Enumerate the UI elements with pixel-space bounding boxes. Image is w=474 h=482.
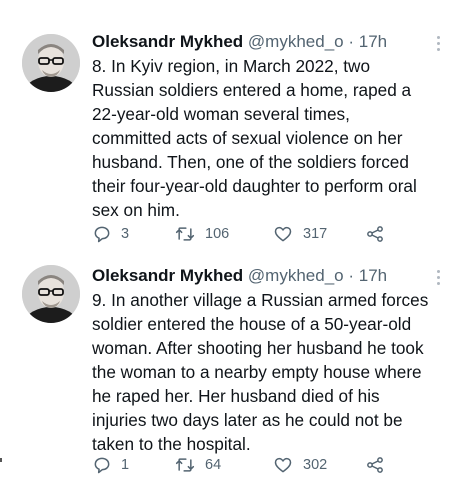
tweet-header: Oleksandr Mykhed @mykhed_o · 17h [92,31,434,53]
tweet-text-line: taken to the hospital. [92,434,251,454]
tweet-text-line: 22-year-old woman several times, [92,104,350,124]
tweet-text-line: 9. In another village a Russian armed fo… [92,290,429,310]
like-button[interactable]: 302 [272,454,327,476]
reply-count: 1 [121,457,130,473]
action-bar: 1 64 302 [92,454,412,476]
timestamp[interactable]: 17h [359,266,387,285]
tweet-text-line: committed acts of sexual violence on her [92,128,403,148]
tweet-text-line: Russian soldiers entered a home, raped a [92,80,412,100]
tweet-text-line: their four-year-old daughter to perform … [92,176,417,196]
share-icon [367,457,383,473]
action-bar: 3 106 317 [92,223,412,245]
avatar[interactable] [22,265,80,323]
tweet-text: 8. In Kyiv region, in March 2022, two Ru… [92,54,464,222]
retweet-button[interactable]: 106 [174,223,229,245]
tweet[interactable]: Oleksandr Mykhed @mykhed_o · 17h 8. In K… [0,0,474,262]
retweet-count: 106 [205,226,230,242]
author-name[interactable]: Oleksandr Mykhed [92,266,243,285]
retweet-icon [175,458,195,472]
retweet-button[interactable]: 64 [174,454,221,476]
tweet-text-line: woman. After shooting her husband he too… [92,338,424,358]
tweet-text-line: husband. Then, one of the soldiers force… [92,152,409,172]
tweet[interactable]: Oleksandr Mykhed @mykhed_o · 17h 9. In a… [0,262,474,482]
timestamp[interactable]: 17h [359,32,387,51]
share-icon [367,226,383,242]
like-count: 317 [303,226,328,242]
reply-button[interactable]: 1 [92,454,129,476]
edge-artifact [0,458,2,462]
like-count: 302 [303,457,328,473]
tweet-header: Oleksandr Mykhed @mykhed_o · 17h [92,265,434,287]
reply-button[interactable]: 3 [92,223,129,245]
reply-icon [94,457,110,474]
more-icon[interactable] [436,270,440,288]
retweet-icon [175,227,195,241]
tweet-text-line: injuries two days later as he could not … [92,410,403,430]
retweet-count: 64 [205,457,222,473]
separator: · [348,266,355,285]
heart-icon [274,226,292,242]
author-name[interactable]: Oleksandr Mykhed [92,32,243,51]
share-button[interactable] [364,454,386,476]
author-handle[interactable]: @mykhed_o [248,266,344,285]
separator: · [348,32,355,51]
reply-count: 3 [121,226,130,242]
like-button[interactable]: 317 [272,223,327,245]
more-icon[interactable] [436,36,440,54]
tweet-text-line: soldier entered the house of a 50-year-o… [92,314,412,334]
avatar[interactable] [22,34,80,92]
tweet-text-line: he raped her. Her husband died of his [92,386,380,406]
tweet-text-line: 8. In Kyiv region, in March 2022, two [92,56,371,76]
heart-icon [274,457,292,473]
tweet-text: 9. In another village a Russian armed fo… [92,288,464,456]
reply-icon [94,226,110,243]
share-button[interactable] [364,223,386,245]
author-handle[interactable]: @mykhed_o [248,32,344,51]
tweet-text-line: the woman to a nearby empty house where [92,362,422,382]
tweet-text-line: sex on him. [92,200,180,220]
